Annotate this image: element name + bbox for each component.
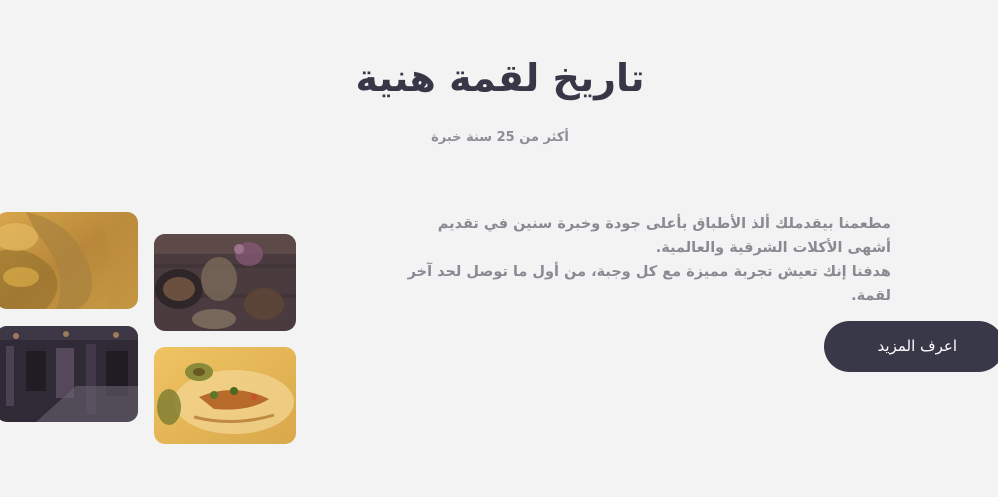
section-title: تاريخ لقمة هنية <box>355 56 645 100</box>
description-line-2: هدفنا إنك تعيش تجربة مميزة مع كل وجبة، م… <box>407 264 891 304</box>
grilled-bread-photo <box>0 212 138 309</box>
description: مطعمنا بيقدملك ألذ الأطباق بأعلى جودة وخ… <box>391 212 891 308</box>
restaurant-interior-photo <box>0 326 138 422</box>
learn-more-button[interactable]: اعرف المزيد <box>824 321 998 372</box>
plated-dish-photo <box>154 347 296 444</box>
learn-more-label: اعرف المزيد <box>877 337 957 355</box>
description-line-1: مطعمنا بيقدملك ألذ الأطباق بأعلى جودة وخ… <box>437 216 891 256</box>
about-section: تاريخ لقمة هنية أكثر من 25 سنة خبرة مطعم… <box>0 0 998 497</box>
table-spread-photo <box>154 234 296 331</box>
section-subtitle: أكثر من 25 سنة خبرة <box>431 130 569 145</box>
